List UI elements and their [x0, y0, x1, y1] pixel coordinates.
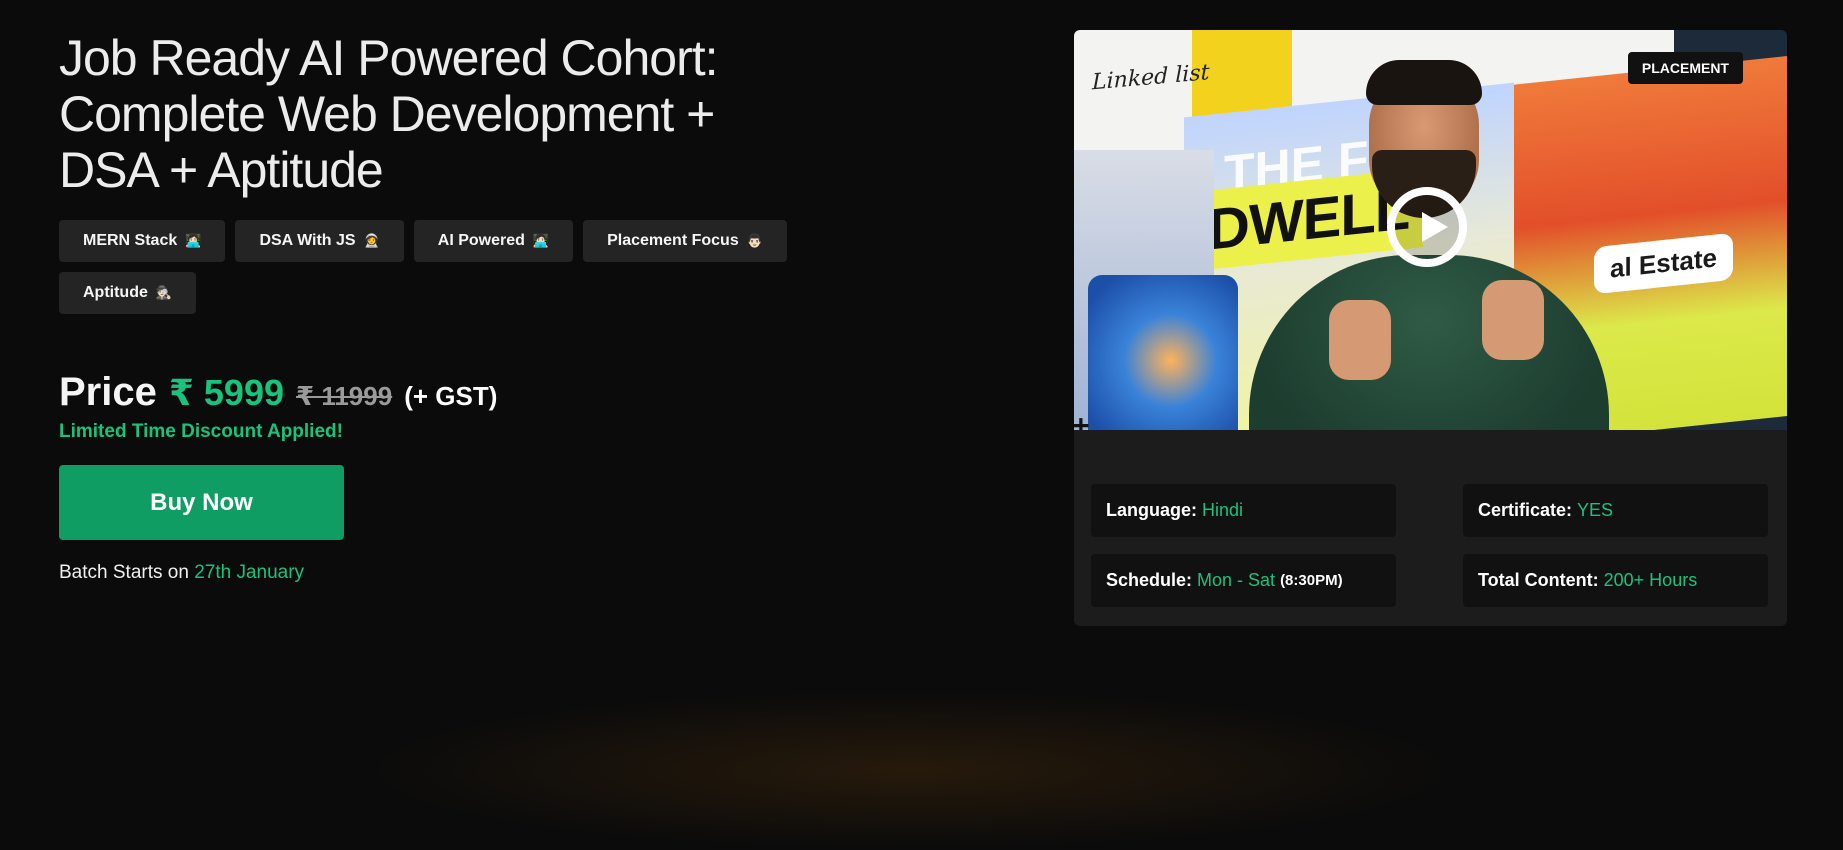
course-tags: MERN Stack 👩🏻‍💻 DSA With JS 🧑‍🚀 AI Power… — [59, 220, 799, 314]
tag-ai-powered: AI Powered 🧑🏻‍💻 — [413, 220, 574, 262]
video-thumbnail[interactable]: Linked list THE FU DWELL 8.4M+ al Estate… — [1074, 30, 1787, 430]
detail-certificate: Certificate: YES — [1463, 484, 1768, 537]
price-row: Price ₹ 5999 ₹ 11999 (+ GST) — [59, 370, 819, 415]
thumbs-up-left — [1329, 300, 1391, 380]
detail-key: Schedule: — [1106, 570, 1193, 590]
tag-mern-stack: MERN Stack 👩🏻‍💻 — [59, 220, 226, 262]
presenter-hair — [1366, 60, 1482, 105]
play-icon[interactable] — [1387, 187, 1467, 267]
tag-aptitude: Aptitude 🕵🏻 — [59, 272, 197, 314]
man-emoji-icon: 👨🏻 — [746, 233, 763, 248]
placement-badge: PLACEMENT — [1627, 52, 1743, 84]
astronaut-emoji-icon: 🧑‍🚀 — [363, 233, 380, 248]
coder-emoji-icon: 👩🏻‍💻 — [185, 233, 202, 248]
technologist-emoji-icon: 🧑🏻‍💻 — [532, 233, 550, 248]
buy-now-button[interactable]: Buy Now — [59, 465, 344, 540]
detective-emoji-icon: 🕵🏻 — [155, 285, 173, 300]
tag-label: MERN Stack — [83, 232, 178, 249]
detail-schedule: Schedule: Mon - Sat (8:30PM) — [1091, 554, 1396, 607]
tag-label: Placement Focus — [607, 232, 739, 249]
detail-value: 200+ Hours — [1603, 570, 1698, 590]
batch-prefix: Batch Starts on — [59, 562, 189, 583]
poster-building: 8.4M+ — [1074, 150, 1238, 430]
detail-value: YES — [1577, 500, 1614, 520]
detail-value: Mon - Sat — [1197, 570, 1276, 590]
detail-language: Language: Hindi — [1091, 484, 1396, 537]
tag-dsa-with-js: DSA With JS 🧑‍🚀 — [235, 220, 404, 262]
thumbs-up-right — [1482, 280, 1544, 360]
bottom-glow — [360, 690, 1460, 850]
current-price: ₹ 5999 — [168, 372, 284, 413]
detail-value: Hindi — [1202, 500, 1244, 520]
gst-note: (+ GST) — [404, 381, 498, 411]
batch-start: Batch Starts on 27th January — [59, 562, 819, 584]
building-image — [1088, 275, 1238, 430]
course-title: Job Ready AI Powered Cohort: Complete We… — [59, 30, 719, 198]
tag-label: AI Powered — [437, 232, 525, 249]
detail-key: Certificate: — [1478, 500, 1573, 520]
course-card: Linked list THE FU DWELL 8.4M+ al Estate… — [1074, 30, 1787, 626]
tag-label: DSA With JS — [259, 232, 356, 249]
discount-note: Limited Time Discount Applied! — [59, 421, 343, 442]
price-label: Price — [59, 370, 157, 414]
course-hero: Job Ready AI Powered Cohort: Complete We… — [59, 30, 819, 584]
batch-date: 27th January — [194, 562, 305, 583]
tag-placement-focus: Placement Focus 👨🏻 — [583, 220, 787, 262]
detail-total-content: Total Content: 200+ Hours — [1463, 554, 1768, 607]
original-price: ₹ 11999 — [296, 381, 393, 411]
detail-key: Language: — [1106, 500, 1198, 520]
tag-label: Aptitude — [83, 284, 148, 301]
poster-stat: 8.4M+ — [1074, 417, 1099, 430]
detail-suffix: (8:30PM) — [1280, 572, 1343, 589]
course-details: Language: Hindi Certificate: YES Schedul… — [1091, 484, 1771, 607]
detail-key: Total Content: — [1478, 570, 1599, 590]
